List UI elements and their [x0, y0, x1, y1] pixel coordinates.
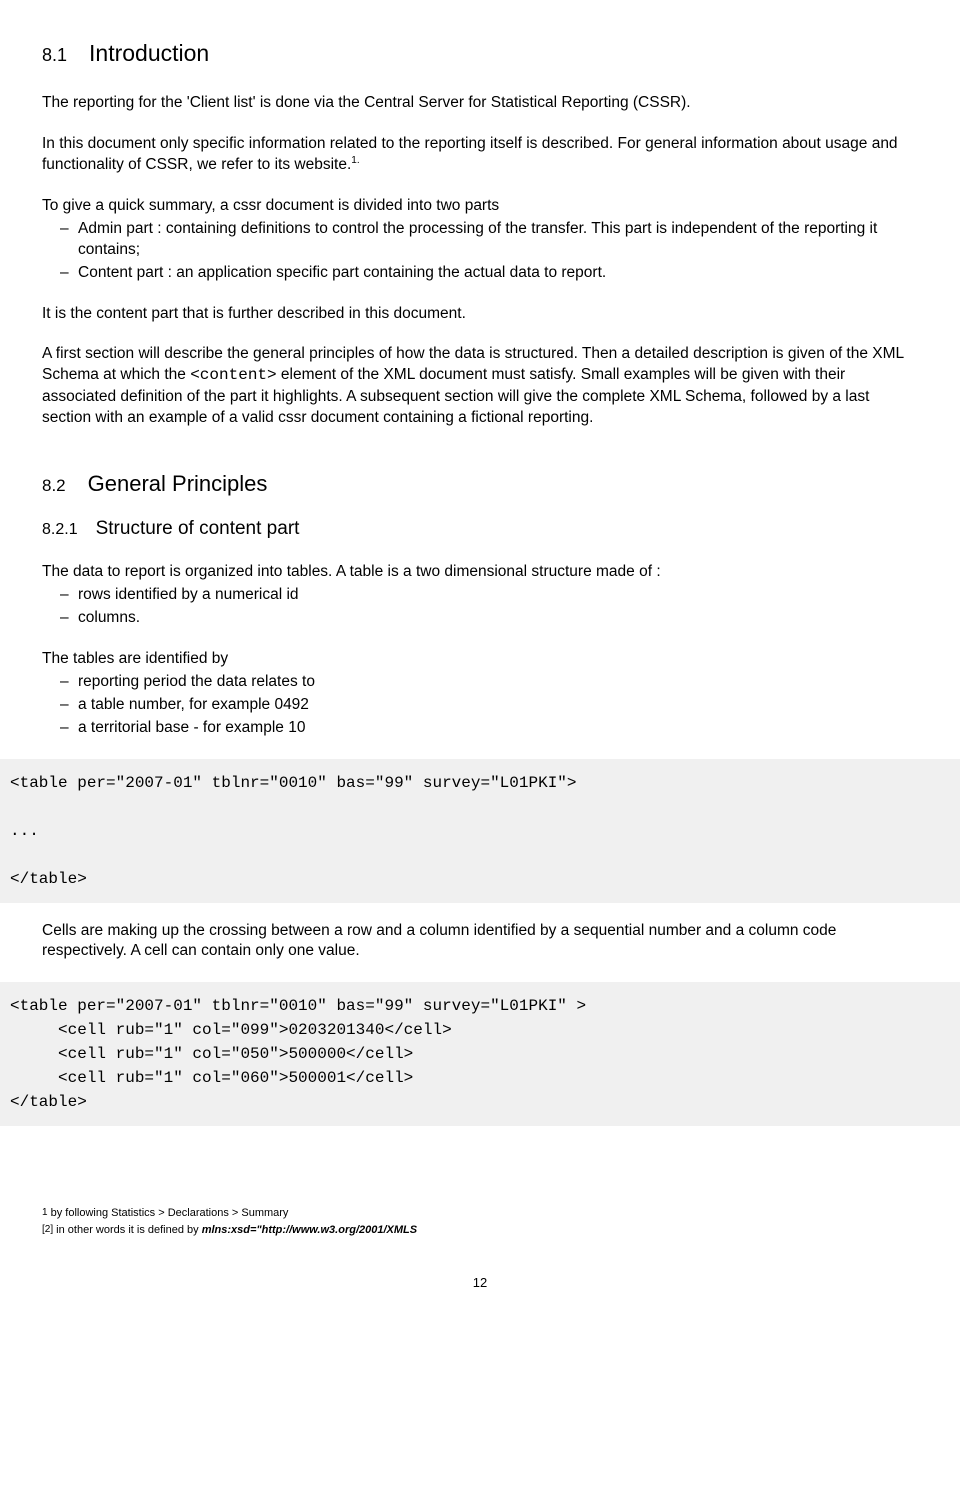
inline-code: <content>: [190, 366, 276, 384]
footnote: 1 by following Statistics > Declarations…: [42, 1206, 918, 1221]
paragraph: Cells are making up the crossing between…: [42, 921, 918, 963]
paragraph: It is the content part that is further d…: [42, 304, 918, 325]
paragraph: The tables are identified by: [42, 649, 918, 670]
paragraph: To give a quick summary, a cssr document…: [42, 196, 918, 217]
list-item: reporting period the data relates to: [60, 672, 918, 693]
footnote: [2] in other words it is defined by mlns…: [42, 1223, 918, 1238]
paragraph: The data to report is organized into tab…: [42, 562, 918, 583]
page-number: 12: [42, 1274, 918, 1292]
bullet-list: Admin part : containing definitions to c…: [42, 219, 918, 284]
heading-title: Structure of content part: [96, 518, 300, 539]
list-item: Content part : an application specific p…: [60, 263, 918, 284]
list-item: rows identified by a numerical id: [60, 585, 918, 606]
heading-number: 8.2.1: [42, 521, 78, 538]
paragraph-text: In this document only specific informati…: [42, 135, 898, 173]
paragraph: The reporting for the 'Client list' is d…: [42, 93, 918, 114]
paragraph: A first section will describe the genera…: [42, 344, 918, 428]
footnotes: 1 by following Statistics > Declarations…: [42, 1206, 918, 1238]
heading-8-1: 8.1 Introduction: [42, 38, 918, 69]
list-item: Admin part : containing definitions to c…: [60, 219, 918, 261]
heading-8-2-1: 8.2.1 Structure of content part: [42, 516, 918, 542]
footnote-text: in other words it is defined by: [53, 1224, 202, 1236]
heading-title: General Principles: [88, 471, 268, 496]
bullet-list: rows identified by a numerical id column…: [42, 585, 918, 629]
code-block: <table per="2007-01" tblnr="0010" bas="9…: [0, 759, 960, 903]
code-block: <table per="2007-01" tblnr="0010" bas="9…: [0, 982, 960, 1126]
list-item: a table number, for example 0492: [60, 695, 918, 716]
heading-number: 8.2: [42, 476, 66, 495]
heading-title: Introduction: [89, 40, 209, 66]
footnote-ref: 1.: [351, 155, 359, 166]
list-item: a territorial base - for example 10: [60, 718, 918, 739]
bullet-list: reporting period the data relates to a t…: [42, 672, 918, 739]
heading-8-2: 8.2 General Principles: [42, 469, 918, 499]
footnote-marker: [2]: [42, 1224, 53, 1235]
list-item: columns.: [60, 608, 918, 629]
paragraph: In this document only specific informati…: [42, 134, 918, 176]
footnote-italic: mlns:xsd="http://www.w3.org/2001/XMLS: [202, 1224, 417, 1236]
footnote-text: by following Statistics > Declarations >…: [48, 1207, 289, 1219]
heading-number: 8.1: [42, 45, 67, 65]
